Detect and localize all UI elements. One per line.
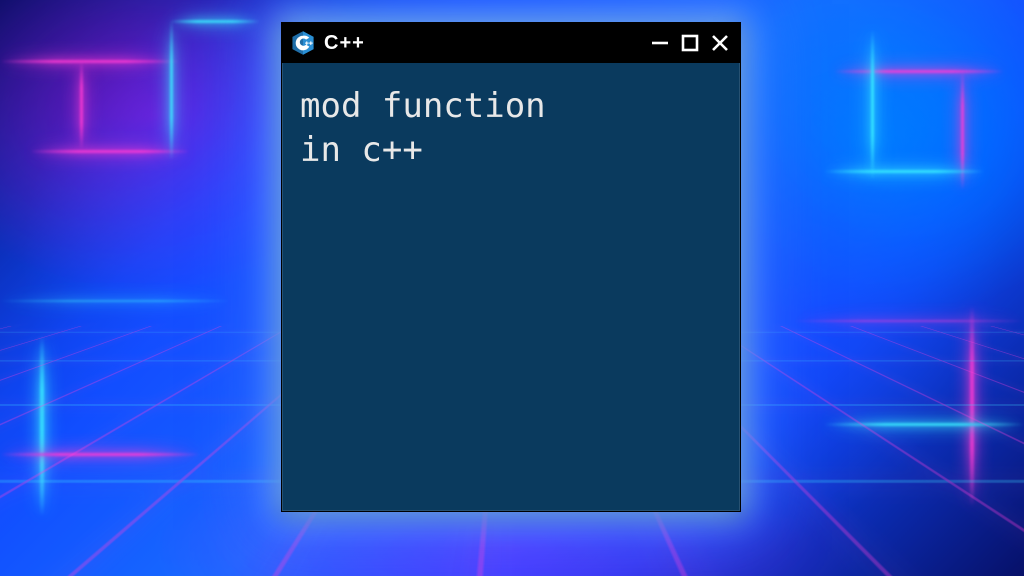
window-title: C++ bbox=[324, 32, 642, 55]
terminal-content: mod function in c++ bbox=[282, 63, 740, 194]
minimize-button[interactable] bbox=[650, 33, 670, 53]
titlebar[interactable]: C++ bbox=[282, 23, 740, 63]
cpp-logo-icon bbox=[290, 30, 316, 56]
maximize-button[interactable] bbox=[680, 33, 700, 53]
window-controls bbox=[650, 33, 730, 53]
terminal-window: C++ mod function in c++ bbox=[281, 22, 741, 512]
close-button[interactable] bbox=[710, 33, 730, 53]
